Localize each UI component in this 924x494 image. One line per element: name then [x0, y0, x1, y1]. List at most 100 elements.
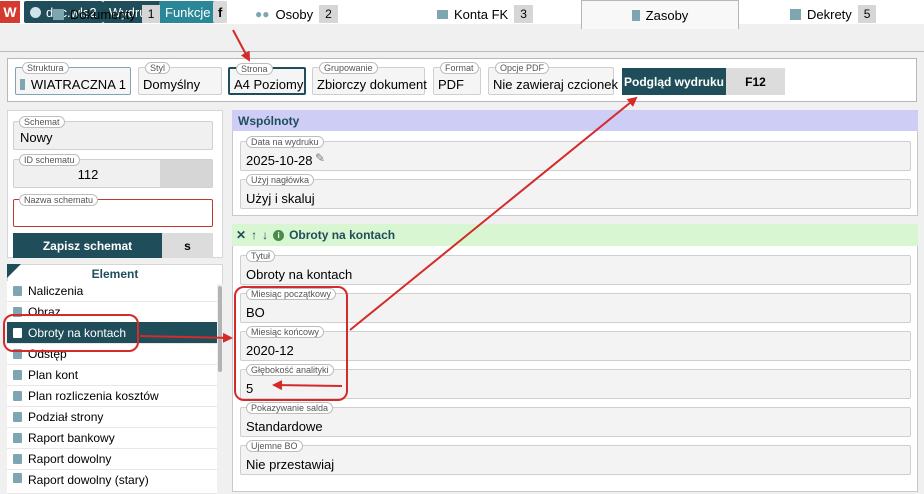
schemat-field[interactable]: Schemat Nowy: [13, 116, 213, 150]
field-value: Nowy: [20, 130, 53, 145]
document-icon: [13, 286, 22, 296]
scrollbar-thumb[interactable]: [218, 286, 222, 372]
field-label: Strona: [236, 63, 273, 75]
folder-icon: [437, 9, 448, 19]
field-label: Użyj nagłówka: [246, 174, 315, 186]
field-value: WIATRACZNA 1: [30, 76, 126, 92]
field-label: Opcje PDF: [495, 62, 550, 74]
tab-label: Osoby: [275, 6, 314, 22]
field-label: Styl: [145, 62, 171, 74]
list-item[interactable]: Raport bankowy: [7, 428, 217, 449]
field-value: Użyj i skaluj: [246, 191, 315, 206]
tab-zasoby[interactable]: Zasoby: [581, 0, 739, 29]
document-icon: [13, 391, 22, 401]
field-label: Nazwa schematu: [19, 194, 99, 206]
tab-label: Dokumenty: [70, 6, 136, 22]
list-item-label: Naliczenia: [28, 284, 84, 298]
field-value: Standardowe: [246, 419, 323, 434]
wspolnoty-header: Wspólnoty: [232, 110, 918, 131]
document-icon: [13, 433, 22, 443]
field-label: Grupowanie: [319, 62, 378, 74]
tab-label: Dekrety: [807, 6, 852, 22]
field-label: Data na wydruku: [246, 136, 324, 148]
document-icon: [13, 454, 22, 464]
field-value: Nie zawieraj czcionek: [493, 76, 618, 92]
list-item-label: Raport dowolny (stary): [28, 473, 149, 487]
tytul-field[interactable]: Tytuł Obroty na kontach: [240, 250, 911, 285]
tab-label: Zasoby: [645, 7, 689, 23]
field-value: A4 Poziomy: [234, 76, 304, 92]
save-schema-button[interactable]: Zapisz schemat: [13, 233, 162, 258]
field-value: 2025-10-28: [246, 153, 313, 168]
obroty-title: Obroty na kontach: [289, 228, 396, 242]
id-schematu-field: ID schematu 112: [13, 154, 213, 188]
list-item-label: Podział strony: [28, 410, 104, 424]
field-value: Obroty na kontach: [246, 267, 353, 282]
print-preview-shortcut[interactable]: F12: [726, 68, 785, 95]
obroty-header: ✕ ↑ ↓ i Obroty na kontach: [232, 224, 918, 246]
tab-badge: 5: [857, 5, 877, 23]
opcje-pdf-field[interactable]: Opcje PDF Nie zawieraj czcionek: [488, 62, 618, 95]
s-button[interactable]: s: [162, 233, 213, 258]
field-label: ID schematu: [19, 154, 80, 166]
annotation-box-element: [3, 314, 139, 352]
tab-badge: 2: [319, 5, 338, 23]
pokazywanie-salda-field[interactable]: Pokazywanie salda Standardowe: [240, 402, 911, 437]
list-item[interactable]: Naliczenia: [7, 281, 217, 302]
building-icon: [20, 78, 25, 90]
format-field[interactable]: Format PDF: [433, 62, 481, 95]
info-icon[interactable]: i: [273, 229, 285, 241]
print-preview-button[interactable]: Podgląd wydruku: [622, 68, 726, 95]
field-value: 112: [77, 167, 99, 182]
tab-label: Konta FK: [454, 6, 509, 22]
tab-dokumenty[interactable]: Dokumenty 1: [53, 0, 161, 28]
field-label: Schemat: [19, 116, 65, 128]
list-item[interactable]: Raport dowolny: [7, 449, 217, 470]
document-icon: [13, 473, 22, 483]
tab-dekrety[interactable]: Dekrety 5: [790, 0, 877, 28]
field-label: Ujemne BO: [246, 440, 303, 452]
field-label: Pokazywanie salda: [246, 402, 334, 414]
app-logo[interactable]: W: [0, 1, 20, 23]
struktura-field[interactable]: Struktura WIATRACZNA 1: [15, 62, 131, 95]
list-item-label: Plan rozliczenia kosztów: [28, 389, 159, 403]
tab-bar: [0, 24, 924, 52]
field-label: Tytuł: [246, 250, 276, 262]
annotation-box-fields: [234, 286, 348, 401]
data-na-wydruku-field[interactable]: Data na wydruku 2025-10-28 ✎: [240, 136, 911, 171]
field-value: Domyślny: [143, 76, 201, 92]
styl-field[interactable]: Styl Domyślny: [138, 62, 222, 95]
list-item-label: Raport bankowy: [28, 431, 115, 445]
list-item[interactable]: Raport dowolny (stary): [7, 470, 217, 494]
user-icon: [30, 6, 41, 18]
document-icon: [13, 370, 22, 380]
people-icon: ●●: [255, 7, 270, 21]
document-icon: [53, 8, 64, 20]
building-icon: [631, 9, 640, 21]
list-item-label: Raport dowolny: [28, 452, 112, 466]
document-icon: [790, 8, 801, 20]
tab-badge: 3: [514, 5, 533, 23]
arrow-up-icon[interactable]: ↑: [251, 228, 257, 242]
field-value: Zbiorczy dokument: [317, 76, 427, 92]
funkcje-button[interactable]: Funkcje: [159, 1, 217, 23]
tab-badge: 1: [141, 5, 161, 23]
document-icon: [13, 412, 22, 422]
tab-konta-fk[interactable]: Konta FK 3: [437, 0, 533, 28]
id-side-block: [160, 160, 212, 187]
field-value: PDF: [438, 76, 464, 92]
nazwa-schematu-input[interactable]: Nazwa schematu: [13, 194, 213, 227]
list-item[interactable]: Plan rozliczenia kosztów: [7, 386, 217, 407]
list-item[interactable]: Plan kont: [7, 365, 217, 386]
strona-field[interactable]: Strona A4 Poziomy: [228, 63, 306, 95]
field-label: Format: [440, 62, 479, 74]
arrow-down-icon[interactable]: ↓: [262, 228, 268, 242]
tab-osoby[interactable]: ●● Osoby 2: [255, 0, 338, 28]
uzyj-naglowka-field[interactable]: Użyj nagłówka Użyj i skaluj: [240, 174, 911, 209]
pencil-icon[interactable]: ✎: [315, 151, 325, 165]
list-item[interactable]: Podział strony: [7, 407, 217, 428]
grupowanie-field[interactable]: Grupowanie Zbiorczy dokument: [312, 62, 427, 95]
close-icon[interactable]: ✕: [236, 228, 246, 242]
ujemne-bo-field[interactable]: Ujemne BO Nie przestawiaj: [240, 440, 911, 475]
f-button[interactable]: f: [213, 1, 228, 23]
